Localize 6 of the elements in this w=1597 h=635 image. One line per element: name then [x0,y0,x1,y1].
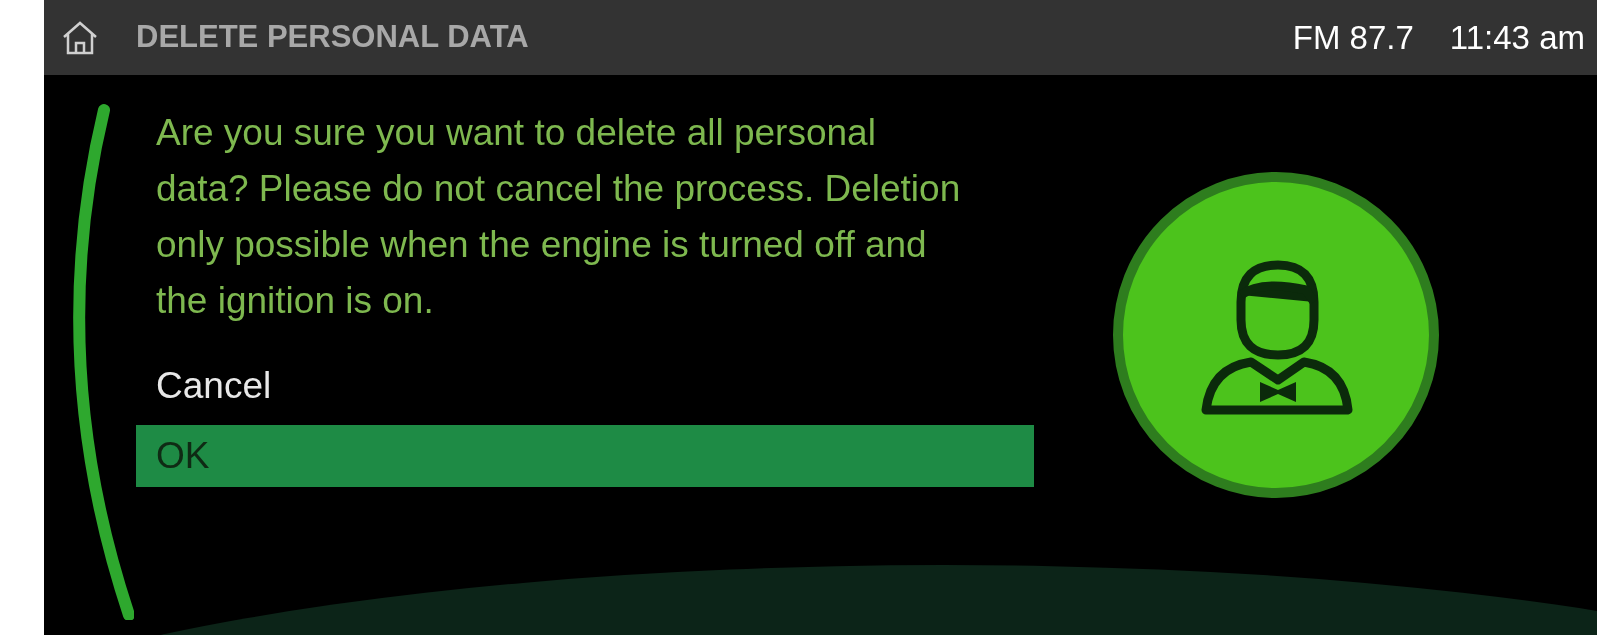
clock-time: 11:43 am [1449,17,1585,58]
radio-station: FM 87.7 [1292,17,1414,58]
menu-option[interactable]: OK [136,425,1034,487]
screen-title: DELETE PERSONAL DATA [136,18,530,57]
menu-option[interactable]: Cancel [136,355,1034,417]
confirmation-message: Are you sure you want to delete all personal data? Please do not cancel the process. Deletion only possible when the engine is turned off and the ignition is on. [156,111,962,323]
